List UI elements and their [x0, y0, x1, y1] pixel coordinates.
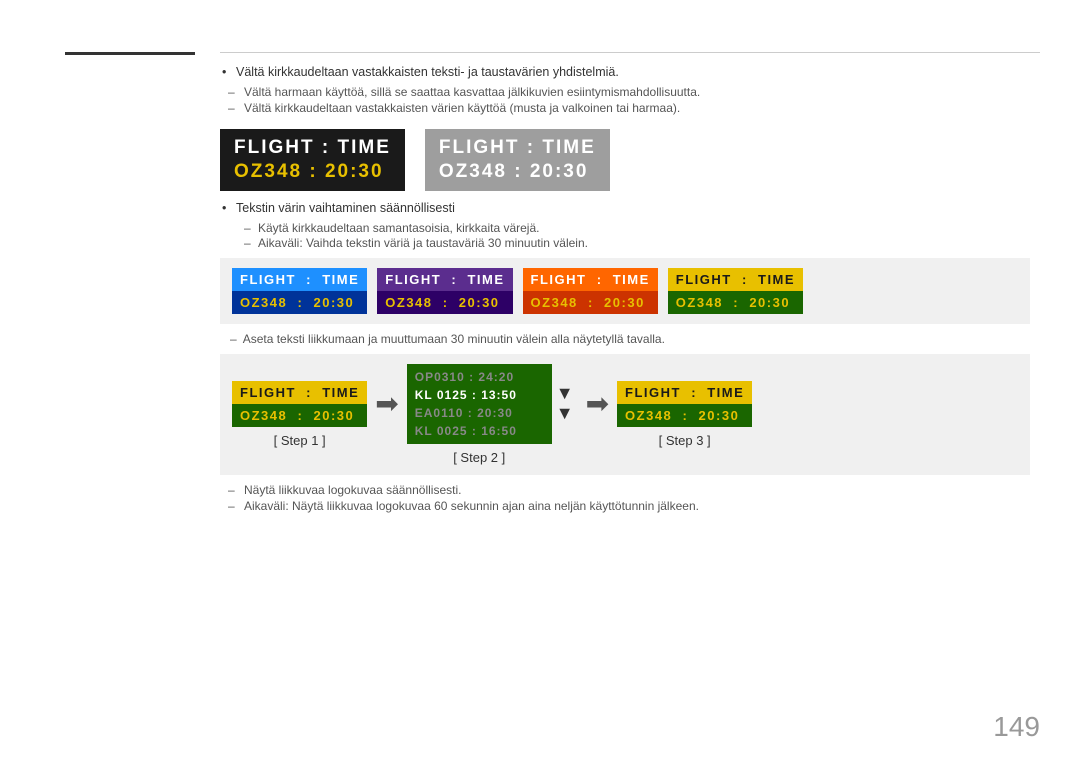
- panel-black-row2: OZ348 : 20:30: [234, 161, 391, 183]
- logo-note-1: Näytä liikkuvaa logokuvaa säännöllisesti…: [228, 483, 1030, 497]
- step1-label: [ Step 1 ]: [274, 433, 326, 448]
- variant-orange-row1: FLIGHT : TIME: [523, 268, 658, 291]
- arrow-right-1: ➡: [375, 387, 398, 420]
- variant-panel-purple: FLIGHT : TIME OZ348 : 20:30: [377, 268, 512, 314]
- variant-panel-orange: FLIGHT : TIME OZ348 : 20:30: [523, 268, 658, 314]
- step1-row1: FLIGHT : TIME: [232, 381, 367, 404]
- dash-list: Vältä harmaan käyttöä, sillä se saattaa …: [228, 85, 1030, 115]
- step-3-block: FLIGHT : TIME OZ348 : 20:30 [ Step 3 ]: [617, 381, 752, 448]
- step3-row1: FLIGHT : TIME: [617, 381, 752, 404]
- variant-green-row2: OZ348 : 20:30: [668, 291, 803, 314]
- color-bullet-list: Tekstin värin vaihtaminen säännöllisesti: [220, 201, 1030, 215]
- step2-row2: KL 0125 : 13:50: [415, 386, 544, 404]
- step3-label: [ Step 3 ]: [659, 433, 711, 448]
- step2-label: [ Step 2 ]: [453, 450, 505, 465]
- top-divider-line: [220, 52, 1040, 53]
- step1-row2: OZ348 : 20:30: [232, 404, 367, 427]
- step-2-block: OP0310 : 24:20 KL 0125 : 13:50 EA0110 : …: [407, 364, 552, 465]
- sub-dash-2: Aikaväli: Vaihda tekstin väriä ja tausta…: [244, 236, 1030, 250]
- variant-green-row1: FLIGHT : TIME: [668, 268, 803, 291]
- color-panels-section: FLIGHT : TIME OZ348 : 20:30 FLIGHT : TIM…: [220, 258, 1030, 324]
- variant-panel-green: FLIGHT : TIME OZ348 : 20:30: [668, 268, 803, 314]
- step3-row2: OZ348 : 20:30: [617, 404, 752, 427]
- step2-row4: KL 0025 : 16:50: [415, 422, 544, 440]
- variant-blue-row1: FLIGHT : TIME: [232, 268, 367, 291]
- panel-black: FLIGHT : TIME OZ348 : 20:30: [220, 129, 405, 191]
- step3-panel: FLIGHT : TIME OZ348 : 20:30: [617, 381, 752, 427]
- sub-dash-1: Käytä kirkkaudeltaan samantasoisia, kirk…: [244, 221, 1030, 235]
- logo-note-2: Aikaväli: Näytä liikkuvaa logokuvaa 60 s…: [228, 499, 1030, 513]
- main-content: Vältä kirkkaudeltaan vastakkaisten tekst…: [220, 65, 1030, 519]
- bullet-item-1: Vältä kirkkaudeltaan vastakkaisten tekst…: [220, 65, 1030, 79]
- step2-row3: EA0110 : 20:30: [415, 404, 544, 422]
- logo-note-list: Näytä liikkuvaa logokuvaa säännöllisesti…: [228, 483, 1030, 513]
- panel-gray-row2: OZ348 : 20:30: [439, 161, 596, 183]
- step1-panel: FLIGHT : TIME OZ348 : 20:30: [232, 381, 367, 427]
- dash-item-1: Vältä harmaan käyttöä, sillä se saattaa …: [228, 85, 1030, 99]
- sub-dash-list: Käytä kirkkaudeltaan samantasoisia, kirk…: [244, 221, 1030, 250]
- variant-orange-row2: OZ348 : 20:30: [523, 291, 658, 314]
- step2-scroll-panel: OP0310 : 24:20 KL 0125 : 13:50 EA0110 : …: [407, 364, 552, 444]
- page-number: 149: [993, 711, 1040, 743]
- variant-panel-blue: FLIGHT : TIME OZ348 : 20:30: [232, 268, 367, 314]
- step-note: Aseta teksti liikkumaan ja muuttumaan 30…: [230, 332, 1030, 346]
- panel-gray: FLIGHT : TIME OZ348 : 20:30: [425, 129, 610, 191]
- arrow-down-1: ▼: [556, 384, 574, 404]
- main-bullet-list: Vältä kirkkaudeltaan vastakkaisten tekst…: [220, 65, 1030, 79]
- sidebar-accent-line: [65, 52, 195, 55]
- arrow-down-2: ▼: [556, 404, 574, 424]
- panel-gray-row1: FLIGHT : TIME: [439, 137, 596, 159]
- dash-item-2: Vältä kirkkaudeltaan vastakkaisten värie…: [228, 101, 1030, 115]
- steps-section: FLIGHT : TIME OZ348 : 20:30 [ Step 1 ] ➡…: [220, 354, 1030, 475]
- variant-blue-row2: OZ348 : 20:30: [232, 291, 367, 314]
- color-bullet-item: Tekstin värin vaihtaminen säännöllisesti: [220, 201, 1030, 215]
- arrow-right-2: ➡: [586, 387, 609, 420]
- variant-purple-row1: FLIGHT : TIME: [377, 268, 512, 291]
- panel-black-row1: FLIGHT : TIME: [234, 137, 391, 159]
- step-1-block: FLIGHT : TIME OZ348 : 20:30 [ Step 1 ]: [232, 381, 367, 448]
- variant-purple-row2: OZ348 : 20:30: [377, 291, 512, 314]
- step2-row1: OP0310 : 24:20: [415, 368, 544, 386]
- large-panels-row: FLIGHT : TIME OZ348 : 20:30 FLIGHT : TIM…: [220, 129, 1030, 191]
- arrow-down-group: ▼ ▼: [556, 384, 574, 424]
